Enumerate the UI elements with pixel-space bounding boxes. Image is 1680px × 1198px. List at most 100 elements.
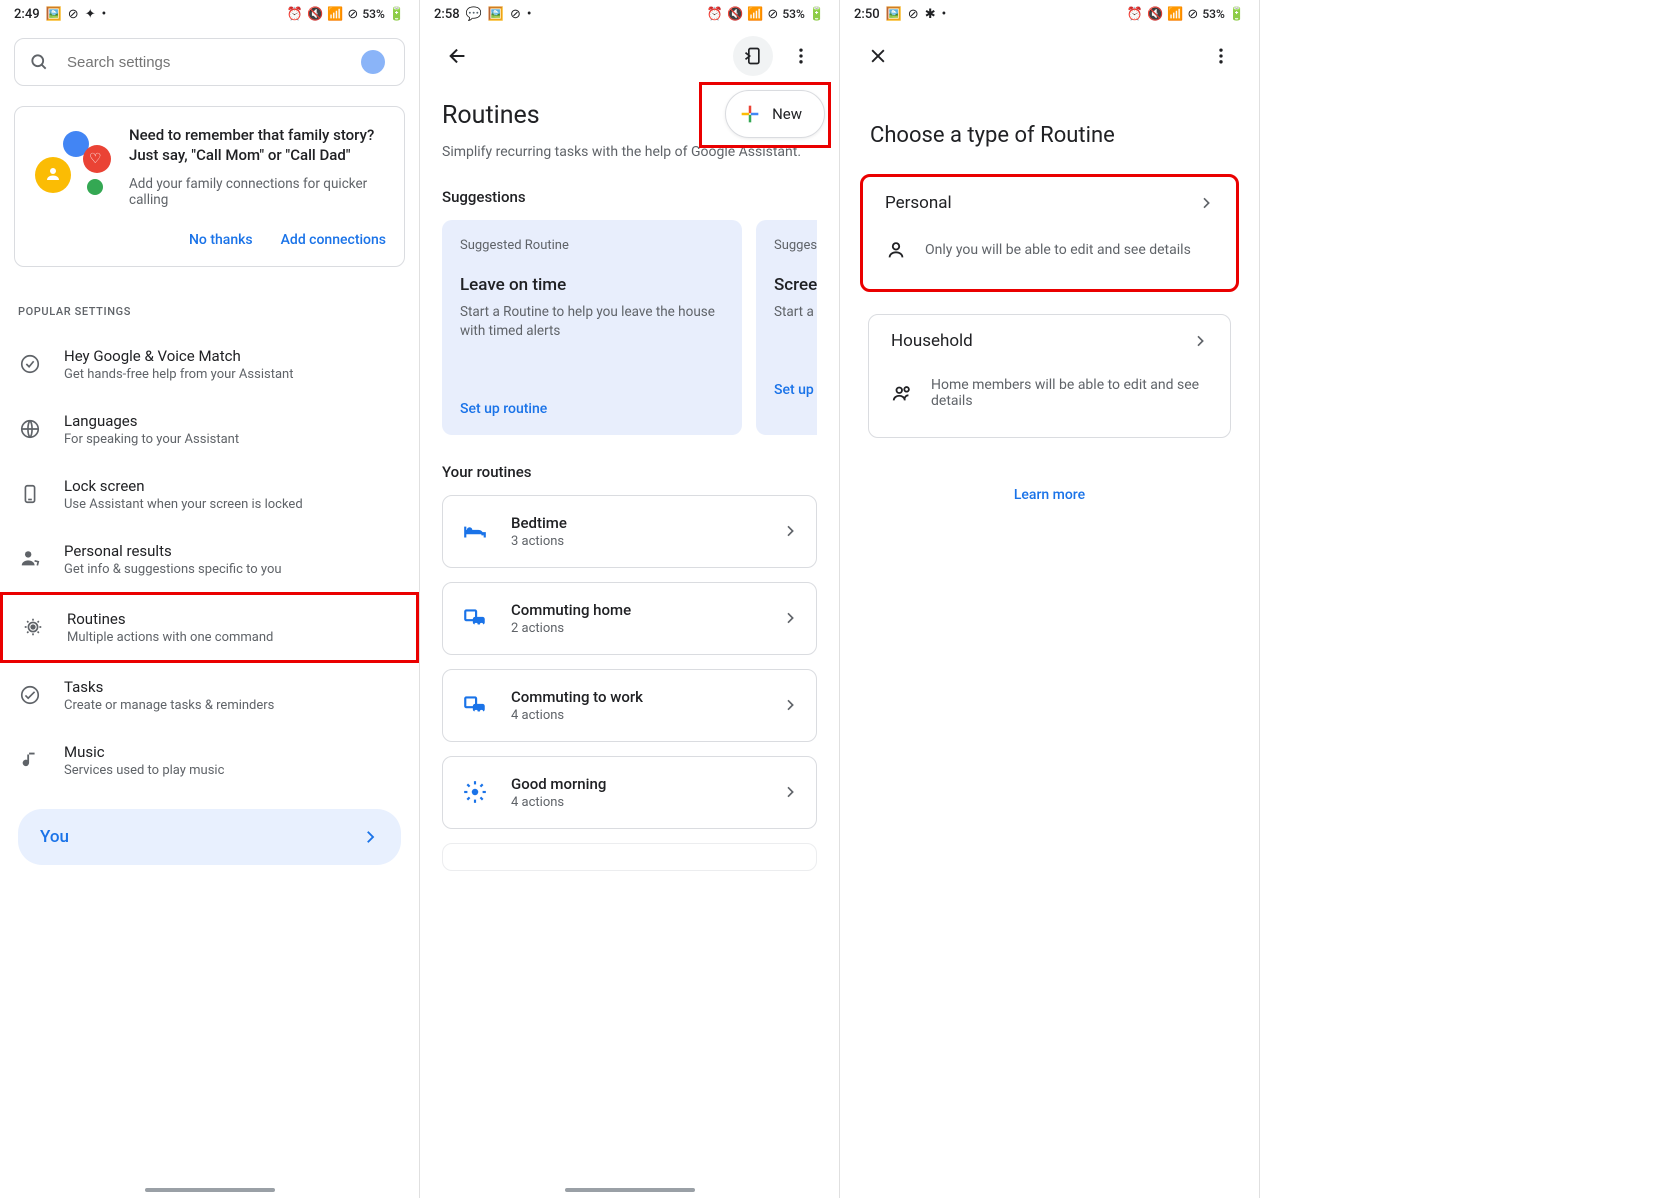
top-bar	[420, 28, 839, 83]
wifi-icon: 📶	[1167, 7, 1183, 22]
new-button-label: New	[772, 105, 802, 123]
avatar[interactable]	[356, 45, 390, 79]
promo-subtitle: Add your family connections for quicker …	[129, 176, 386, 208]
voice-match-icon	[18, 352, 42, 376]
routine-sub: 2 actions	[511, 621, 760, 636]
suggestion-card[interactable]: Suggested Routine Screen time Start a ro…	[756, 220, 817, 435]
check-icon	[18, 683, 42, 707]
family-graphic-icon: ♡	[33, 125, 111, 203]
setting-desc: Multiple actions with one command	[67, 630, 398, 645]
routine-title: Bedtime	[511, 514, 760, 532]
setting-routines[interactable]: Routines Multiple actions with one comma…	[0, 592, 419, 663]
setting-desc: Get info & suggestions specific to you	[64, 562, 401, 577]
nodata-icon: ⊘	[347, 7, 358, 22]
you-section[interactable]: You	[18, 809, 401, 865]
you-label: You	[40, 827, 69, 847]
chevron-right-icon	[1192, 333, 1208, 349]
screen-settings: 2:49 🖼️ ⊘ ✦ • ⏰ 🔇 📶 ⊘ 53% 🔋	[0, 0, 420, 1198]
sugg-title: Screen time	[774, 275, 817, 295]
setting-tasks[interactable]: Tasks Create or manage tasks & reminders	[0, 663, 419, 728]
battery-icon: 🔋	[1229, 7, 1245, 22]
status-time: 2:50	[854, 7, 880, 22]
routine-commuting-home[interactable]: Commuting home 2 actions	[442, 582, 817, 655]
nodata-icon: ⊘	[1187, 7, 1198, 22]
type-desc: Only you will be able to edit and see de…	[925, 242, 1191, 258]
routine-sub: 3 actions	[511, 534, 760, 549]
chevron-right-icon	[782, 784, 798, 800]
setting-desc: Get hands-free help from your Assistant	[64, 367, 401, 382]
commute-icon	[461, 691, 489, 719]
overflow-menu-button[interactable]	[1201, 36, 1241, 76]
block-icon: ⊘	[908, 7, 919, 22]
setting-title: Languages	[64, 412, 401, 430]
promo-title: Need to remember that family story? Just…	[129, 125, 386, 166]
suggestions-heading: Suggestions	[442, 188, 817, 206]
dot-icon: •	[102, 7, 107, 22]
routine-more[interactable]	[442, 843, 817, 871]
setting-hey-google[interactable]: Hey Google & Voice Match Get hands-free …	[0, 332, 419, 397]
person-pin-icon	[18, 547, 42, 571]
setting-title: Personal results	[64, 542, 401, 560]
setting-personal-results[interactable]: Personal results Get info & suggestions …	[0, 527, 419, 592]
add-connections-button[interactable]: Add connections	[281, 232, 386, 248]
shortcut-icon[interactable]	[733, 36, 773, 76]
screen-routines: 2:58 💬 🖼️ ⊘ • ⏰ 🔇 📶 ⊘ 53% 🔋 Routin	[420, 0, 840, 1198]
setting-desc: For speaking to your Assistant	[64, 432, 401, 447]
screen-routine-type: 2:50 🖼️ ⊘ ✱ • ⏰ 🔇 📶 ⊘ 53% 🔋 Choose a typ…	[840, 0, 1260, 1198]
search-icon	[29, 52, 49, 72]
suggestions-list: Suggested Routine Leave on time Start a …	[442, 220, 817, 435]
setting-title: Routines	[67, 610, 398, 628]
routine-type-personal[interactable]: Personal Only you will be able to edit a…	[860, 174, 1239, 292]
alarm-icon: ⏰	[1127, 7, 1143, 22]
bed-icon	[461, 517, 489, 545]
setting-lock-screen[interactable]: Lock screen Use Assistant when your scre…	[0, 462, 419, 527]
setting-title: Music	[64, 743, 401, 761]
close-button[interactable]	[858, 36, 898, 76]
setting-languages[interactable]: Languages For speaking to your Assistant	[0, 397, 419, 462]
routine-title: Good morning	[511, 775, 760, 793]
dot-icon: •	[527, 7, 532, 22]
top-bar	[840, 28, 1259, 83]
routine-commuting-work[interactable]: Commuting to work 4 actions	[442, 669, 817, 742]
search-input[interactable]	[67, 54, 338, 71]
learn-more-link[interactable]: Learn more	[1014, 487, 1085, 503]
status-time: 2:49	[14, 7, 40, 22]
chevron-right-icon	[782, 523, 798, 539]
routine-bedtime[interactable]: Bedtime 3 actions	[442, 495, 817, 568]
block-icon: ⊘	[68, 7, 79, 22]
setting-music[interactable]: Music Services used to play music	[0, 728, 419, 793]
dots-icon: ✦	[85, 7, 96, 22]
setting-desc: Services used to play music	[64, 763, 401, 778]
globe-icon	[18, 417, 42, 441]
sugg-label: Suggested Routine	[774, 238, 817, 253]
wifi-icon: 📶	[747, 7, 763, 22]
routines-icon	[21, 615, 45, 639]
battery-pct: 53%	[362, 7, 384, 21]
mute-icon: 🔇	[727, 7, 743, 22]
new-routine-button[interactable]: New	[725, 90, 825, 138]
music-icon	[18, 748, 42, 772]
overflow-menu-button[interactable]	[781, 36, 821, 76]
mute-icon: 🔇	[307, 7, 323, 22]
suggestion-card[interactable]: Suggested Routine Leave on time Start a …	[442, 220, 742, 435]
routine-type-household[interactable]: Household Home members will be able to e…	[868, 314, 1231, 438]
setting-title: Hey Google & Voice Match	[64, 347, 401, 365]
section-label: POPULAR SETTINGS	[18, 305, 401, 318]
no-thanks-button[interactable]: No thanks	[189, 232, 253, 248]
alarm-icon: ⏰	[707, 7, 723, 22]
status-time: 2:58	[434, 7, 460, 22]
battery-icon: 🔋	[389, 7, 405, 22]
set-up-routine-button[interactable]: Set up routine	[774, 382, 817, 398]
routine-good-morning[interactable]: Good morning 4 actions	[442, 756, 817, 829]
chevron-right-icon	[361, 828, 379, 846]
chevron-right-icon	[782, 610, 798, 626]
set-up-routine-button[interactable]: Set up routine	[460, 401, 724, 417]
search-bar[interactable]	[14, 38, 405, 86]
type-title: Household	[891, 331, 973, 351]
page-subtitle: Simplify recurring tasks with the help o…	[442, 144, 817, 160]
type-title: Personal	[885, 193, 952, 213]
back-button[interactable]	[438, 36, 478, 76]
sugg-label: Suggested Routine	[460, 238, 724, 253]
messenger-icon: 💬	[466, 7, 482, 22]
slack-icon: ✱	[925, 7, 936, 22]
